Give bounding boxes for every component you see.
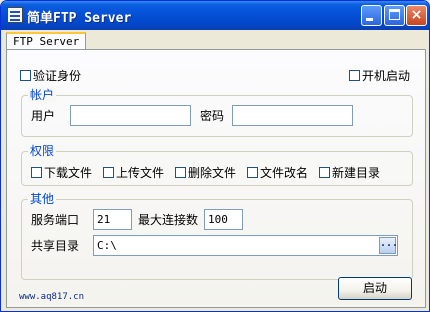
maximize-icon	[389, 9, 400, 20]
browse-button[interactable]: ...	[379, 237, 397, 254]
permission-download-label: 下载文件	[44, 166, 93, 180]
share-dir-input[interactable]: C:\ ...	[93, 235, 398, 256]
other-group-title: 其他	[28, 191, 57, 207]
share-dir-value: C:\	[97, 239, 117, 252]
title-bar[interactable]: 简单FTP Server ×	[1, 1, 429, 30]
window-title: 简单FTP Server	[27, 11, 132, 26]
account-group: 帐户 用户 密码	[21, 87, 413, 137]
app-window: 简单FTP Server × FTP Server 验证身份 开机启动 帐户 用…	[0, 0, 430, 312]
user-input[interactable]	[70, 105, 191, 126]
close-icon: ×	[410, 7, 423, 23]
maximize-button[interactable]	[384, 5, 405, 26]
checkbox-box[interactable]	[20, 70, 31, 81]
tab-bar: FTP Server	[6, 32, 426, 50]
port-input[interactable]: 21	[93, 209, 132, 230]
permission-upload-label: 上传文件	[116, 166, 165, 180]
start-button[interactable]: 启动	[338, 277, 412, 300]
checkbox-box[interactable]	[247, 167, 258, 178]
password-label: 密码	[200, 109, 225, 123]
verify-identity-label: 验证身份	[33, 69, 82, 83]
share-dir-label: 共享目录	[31, 239, 80, 253]
permissions-group: 权限 下载文件 上传文件 删除文件 文件改名 新建目录	[21, 143, 413, 186]
checkbox-box[interactable]	[103, 167, 114, 178]
checkbox-box[interactable]	[349, 70, 360, 81]
max-connections-input[interactable]: 100	[204, 209, 243, 230]
verify-identity-checkbox[interactable]: 验证身份	[20, 67, 81, 84]
autostart-label: 开机启动	[362, 69, 411, 83]
tab-panel: 验证身份 开机启动 帐户 用户 密码 权限 下载文件 上传文件 删除文件 文件改…	[6, 49, 426, 308]
website-link[interactable]: www.aq817.cn	[19, 291, 84, 303]
permission-rename-checkbox[interactable]: 文件改名	[247, 164, 308, 181]
port-label: 服务端口	[31, 213, 80, 227]
autostart-checkbox[interactable]: 开机启动	[349, 67, 410, 84]
permission-upload-checkbox[interactable]: 上传文件	[103, 164, 164, 181]
app-icon[interactable]	[7, 7, 23, 23]
close-button[interactable]: ×	[406, 5, 427, 26]
permission-delete-label: 删除文件	[188, 166, 237, 180]
other-group: 其他 服务端口 21 最大连接数 100 共享目录 C:\ ...	[21, 191, 413, 280]
minimize-icon	[366, 18, 373, 21]
account-group-title: 帐户	[28, 87, 57, 103]
max-connections-label: 最大连接数	[138, 213, 199, 227]
checkbox-box[interactable]	[31, 167, 42, 178]
permission-rename-label: 文件改名	[260, 166, 309, 180]
permission-delete-checkbox[interactable]: 删除文件	[175, 164, 236, 181]
minimize-button[interactable]	[361, 5, 382, 26]
checkbox-box[interactable]	[175, 167, 186, 178]
user-label: 用户	[31, 109, 56, 123]
password-input[interactable]	[232, 105, 353, 126]
permission-mkdir-label: 新建目录	[332, 166, 381, 180]
permission-download-checkbox[interactable]: 下载文件	[31, 164, 92, 181]
permissions-group-title: 权限	[28, 143, 57, 159]
tab-ftp-server[interactable]: FTP Server	[6, 32, 87, 49]
permission-mkdir-checkbox[interactable]: 新建目录	[319, 164, 380, 181]
checkbox-box[interactable]	[319, 167, 330, 178]
